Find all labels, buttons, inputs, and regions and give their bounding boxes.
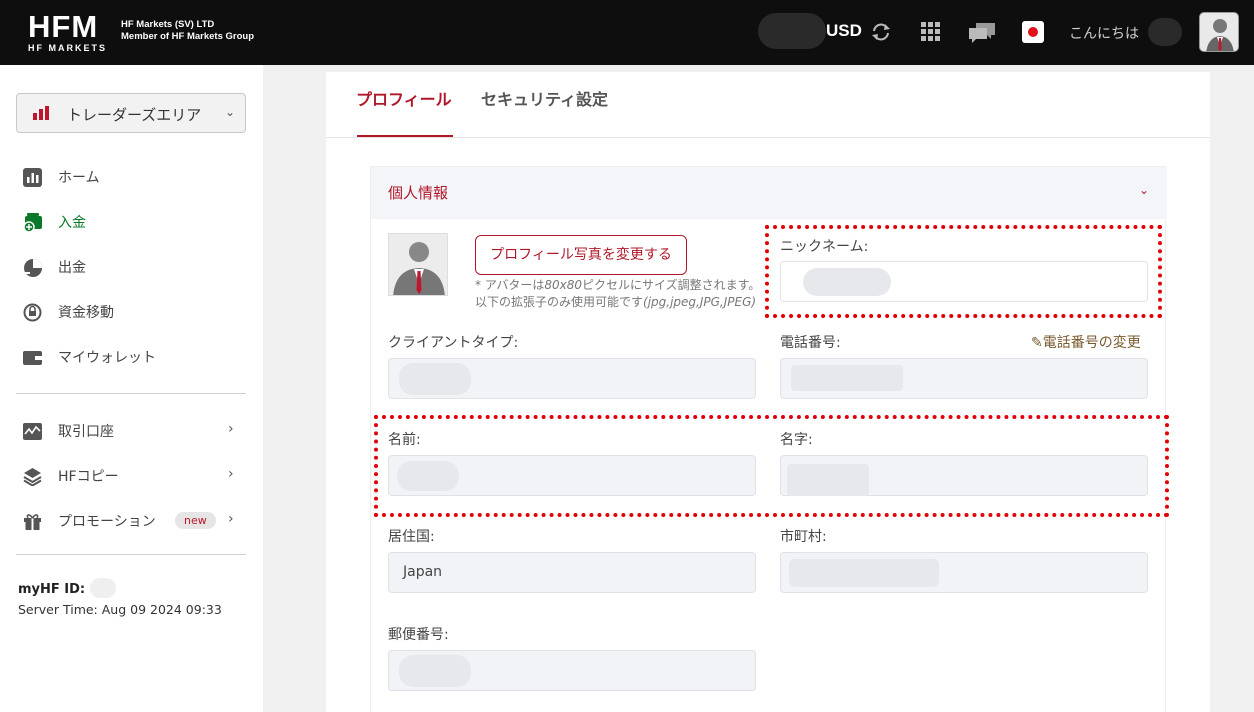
client-type-field xyxy=(388,358,756,399)
profile-avatar xyxy=(388,233,448,296)
sidebar-item-label: HFコピー xyxy=(58,469,119,485)
sidebar-item-label: 取引口座 xyxy=(58,424,114,440)
chevron-right-icon: › xyxy=(228,466,234,482)
greeting-text: こんにちは xyxy=(1069,26,1139,42)
logo-text: HFM xyxy=(28,9,99,44)
server-time: Server Time: Aug 09 2024 09:33 xyxy=(18,602,222,617)
city-field xyxy=(780,552,1148,593)
blurred-value xyxy=(399,655,471,687)
area-selector-dropdown[interactable]: トレーダーズエリア ⌄ xyxy=(16,93,246,133)
sidebar: トレーダーズエリア ⌄ ホーム 入金 出金 資金移動 マイウォレット 取引口座 … xyxy=(0,65,263,712)
top-header: HFM HF MARKETS HF Markets (SV) LTD Membe… xyxy=(0,0,1254,65)
chart-line-icon xyxy=(23,423,42,440)
tab-security[interactable]: セキュリティ設定 xyxy=(481,86,608,110)
bar-chart-icon xyxy=(33,106,49,120)
pencil-icon: ✎ xyxy=(1031,335,1043,351)
avatar-note-text: 以下の拡張子のみ使用可能です xyxy=(475,295,644,309)
section-title: 個人情報 xyxy=(388,184,449,202)
postal-code-field xyxy=(388,650,756,691)
sidebar-divider xyxy=(16,554,246,555)
sidebar-item-withdraw[interactable]: 出金 xyxy=(0,252,263,282)
wallet-icon xyxy=(23,351,42,365)
currency-label[interactable]: USD xyxy=(826,21,862,41)
nickname-highlight-box xyxy=(765,225,1162,318)
sidebar-item-mywallet[interactable]: マイウォレット xyxy=(0,342,263,372)
refresh-icon[interactable] xyxy=(870,22,892,42)
blurred-myhf-id xyxy=(90,578,116,598)
avatar-note-text: ピクセルにサイズ調整されます。 xyxy=(581,278,761,292)
myhf-id-label: myHF ID: xyxy=(18,582,86,597)
avatar-note: * アバターは80x80ピクセルにサイズ調整されます。 以下の拡張子のみ使用可能… xyxy=(475,277,760,311)
company-info: HF Markets (SV) LTD Member of HF Markets… xyxy=(121,19,254,43)
deposit-wallet-icon xyxy=(23,213,42,232)
postal-code-label: 郵便番号: xyxy=(388,627,449,643)
phone-label: 電話番号: xyxy=(780,335,841,351)
withdraw-icon xyxy=(24,259,42,277)
main-panel: プロフィール セキュリティ設定 個人情報 ⌄ プロフィール写真を変更する * ア… xyxy=(326,72,1210,712)
tab-divider xyxy=(326,137,1210,138)
transfer-icon xyxy=(23,303,42,322)
change-photo-button[interactable]: プロフィール写真を変更する xyxy=(475,235,687,275)
user-avatar[interactable] xyxy=(1199,12,1239,52)
name-highlight-box xyxy=(374,415,1169,517)
tab-profile[interactable]: プロフィール xyxy=(356,86,452,110)
avatar-note-text: * アバターは xyxy=(475,278,545,292)
change-phone-label: 電話番号の変更 xyxy=(1042,335,1141,351)
sidebar-item-deposit[interactable]: 入金 xyxy=(0,207,263,237)
sidebar-item-home[interactable]: ホーム xyxy=(0,162,263,192)
change-phone-link[interactable]: ✎電話番号の変更 xyxy=(1031,332,1141,352)
country-value: Japan xyxy=(403,564,443,580)
country-field: Japan xyxy=(388,552,756,593)
avatar-silhouette-icon xyxy=(1206,19,1234,51)
blurred-value xyxy=(399,363,471,395)
sidebar-item-promotion[interactable]: プロモーション new › xyxy=(0,506,263,536)
dashboard-icon xyxy=(23,168,42,187)
sidebar-item-label: 入金 xyxy=(58,215,86,231)
avatar-note-size: 80x80 xyxy=(544,278,582,292)
sidebar-item-trading-accounts[interactable]: 取引口座 › xyxy=(0,416,263,446)
apps-grid-icon[interactable] xyxy=(921,22,941,42)
hfm-logo[interactable]: HFM HF MARKETS xyxy=(28,9,107,53)
chevron-right-icon: › xyxy=(228,511,234,527)
chevron-down-icon: ⌄ xyxy=(224,105,235,119)
sidebar-item-transfer[interactable]: 資金移動 xyxy=(0,297,263,327)
layers-icon xyxy=(23,468,42,486)
chevron-right-icon: › xyxy=(228,421,234,437)
japan-flag-icon[interactable] xyxy=(1022,21,1044,43)
new-badge: new xyxy=(175,512,216,529)
area-selector-label: トレーダーズエリア xyxy=(67,106,202,124)
country-label: 居住国: xyxy=(388,529,435,545)
company-group: Member of HF Markets Group xyxy=(121,31,255,42)
sidebar-item-label: マイウォレット xyxy=(58,350,156,366)
avatar-silhouette-icon xyxy=(393,242,445,295)
company-name: HF Markets (SV) LTD xyxy=(121,19,215,30)
phone-field xyxy=(780,358,1148,399)
sidebar-item-label: ホーム xyxy=(58,170,100,186)
section-header[interactable]: 個人情報 ⌄ xyxy=(371,167,1167,219)
city-label: 市町村: xyxy=(780,529,827,545)
sidebar-divider xyxy=(16,393,246,394)
gift-icon xyxy=(24,514,41,530)
client-type-label: クライアントタイプ: xyxy=(388,335,519,351)
sidebar-item-label: 出金 xyxy=(58,260,86,276)
sidebar-item-label: プロモーション xyxy=(58,514,156,530)
chevron-down-icon: ⌄ xyxy=(1138,183,1149,197)
sidebar-item-hfcopy[interactable]: HFコピー › xyxy=(0,461,263,491)
sidebar-item-label: 資金移動 xyxy=(58,305,114,321)
blurred-username xyxy=(1148,18,1182,46)
blurred-balance xyxy=(758,13,826,49)
logo-subtext: HF MARKETS xyxy=(28,43,107,53)
chat-icon[interactable] xyxy=(968,22,996,44)
avatar-note-extensions: (jpg,jpeg,JPG,JPEG) xyxy=(643,295,757,309)
blurred-value xyxy=(789,559,939,587)
blurred-value xyxy=(791,365,903,391)
